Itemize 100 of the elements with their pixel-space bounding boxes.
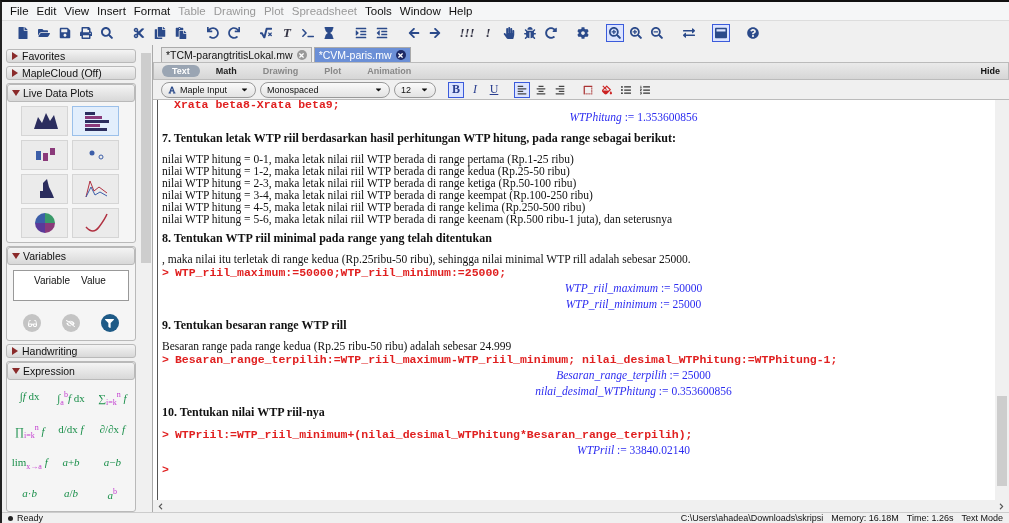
triangle-icon	[11, 347, 19, 356]
expression-template[interactable]: ∂/∂x f	[99, 423, 125, 441]
panel-header[interactable]: Handwriting	[6, 344, 136, 359]
plot-tile[interactable]	[72, 208, 119, 239]
expression-template[interactable]: a−b	[103, 456, 121, 472]
plot-tile[interactable]	[72, 140, 119, 171]
panel-header[interactable]: MapleCloud (Off)	[6, 66, 136, 81]
paragraph: nilai WTP hitung = 2-3, maka letak nilai riil WTP berada di range ketiga (Rp.50-100 ribu)	[162, 177, 577, 189]
search-icon[interactable]	[98, 24, 116, 42]
plot-tile[interactable]	[21, 174, 68, 205]
expression-template[interactable]: ∑$_{i=k}$$^{n}$ f	[98, 390, 127, 408]
plot-tile[interactable]	[72, 174, 119, 205]
menu-item[interactable]: File	[10, 5, 29, 17]
expression-template[interactable]: ∫$_{a}$$^{b}$f dx	[57, 390, 85, 408]
plot-thumbnail-icon	[82, 109, 109, 134]
bug-icon[interactable]	[521, 24, 539, 42]
text-style-button[interactable]: B	[448, 81, 464, 98]
caret-icon	[240, 85, 249, 94]
menu-item[interactable]: Insert	[97, 5, 126, 17]
filter-icon[interactable]	[100, 314, 119, 333]
input-line[interactable]: > WTPriil:=WTP_riil_minimum+(nilai_desimal_WTPhitung*Besaran_range_terpilih);	[162, 427, 985, 442]
maple-command: Xrata beta8-Xrata beta9;	[173, 100, 341, 109]
help-icon[interactable]	[744, 24, 762, 42]
plot-tile[interactable]	[21, 208, 68, 239]
input-line[interactable]: > WTP_riil_maximum:=50000;WTP_riil_minimum:=25000;	[162, 265, 985, 280]
paragraph: nilai WTP hitung = 3-4, maka letak nilai riil WTP berada di range keempat (Rp.100-250 ribu)	[162, 189, 593, 201]
close-icon[interactable]	[395, 50, 406, 60]
panel-header[interactable]: Variables	[7, 247, 135, 266]
panel-title: Variables	[23, 250, 66, 263]
panel-title: MapleCloud (Off)	[22, 67, 102, 80]
print-icon[interactable]	[77, 24, 95, 42]
menu-item[interactable]: Edit	[36, 5, 57, 17]
left-chevron-icon[interactable]	[157, 502, 164, 510]
prompt[interactable]: >	[162, 463, 169, 476]
panel-title: Expression	[23, 365, 75, 378]
panel-header[interactable]: Expression	[7, 362, 135, 381]
plot-tile[interactable]	[21, 140, 68, 171]
maple-command: Besaran_range_terpilih:=WTP_riil_maximum-WTP_riil_minimum; nilai_desimal_WTPhitung:=WTPhitung-1;	[174, 353, 838, 366]
section-heading: 9. Tentukan besaran range WTP rill	[162, 318, 347, 332]
status-message: Ready	[17, 513, 43, 523]
panel-header[interactable]: Live Data Plots	[7, 84, 135, 103]
style-dropdown[interactable]: Maple Input	[161, 81, 256, 98]
toolbar-button[interactable]: !	[479, 24, 497, 42]
toolbar-button[interactable]: !!!	[458, 24, 476, 42]
maple-command: WTPriil:=WTP_riil_minimum+(nilai_desimal_WTPhitung*Besaran_range_terpilih);	[174, 428, 693, 441]
output-result: WTP_riil_maximum := 50000	[564, 282, 703, 294]
output-result: WTP_riil_minimum := 25000	[565, 298, 702, 310]
menu-item[interactable]: Format	[133, 5, 171, 17]
expression-template[interactable]: lim$_{x→a}$ f	[11, 456, 48, 472]
document-tab[interactable]: *TCM-parangtritisLokal.mw	[161, 47, 312, 62]
text-style-button[interactable]: I	[467, 81, 483, 98]
menu-item[interactable]: Help	[448, 5, 473, 17]
tab-label: *TCM-parangtritisLokal.mw	[166, 49, 293, 61]
paragraph: Besaran range pada range kedua (Rp.25 ribu-50 ribu) adalah sebesar 24.999	[162, 340, 512, 352]
panel-header[interactable]: Favorites	[6, 49, 136, 64]
zoom-in-icon[interactable]	[606, 24, 624, 42]
panel-title: Favorites	[22, 50, 66, 63]
menu-item[interactable]: Window	[399, 5, 441, 17]
zoom-out-icon[interactable]	[648, 24, 666, 42]
panel-title: Handwriting	[22, 345, 78, 358]
mode-tab[interactable]: Math	[205, 65, 247, 77]
right-chevron-icon[interactable]	[998, 502, 1005, 510]
expression-template[interactable]: a/b	[63, 487, 78, 501]
menu-item[interactable]: View	[64, 5, 90, 17]
expression-template[interactable]: ∫f dx	[19, 390, 40, 408]
prompt: >	[162, 266, 169, 279]
maple-command: WTP_riil_maximum:=50000;WTP_riil_minimum:=25000;	[174, 266, 507, 279]
settings-icon[interactable]	[574, 24, 592, 42]
toolbar-button[interactable]: T	[278, 24, 296, 42]
dropdown-value: Maple Input	[180, 84, 228, 95]
text-style-button[interactable]: U	[486, 81, 502, 98]
expression-template[interactable]: a·b	[22, 487, 37, 501]
hide-link[interactable]: Hide	[980, 66, 1000, 76]
expression-template[interactable]: a$^{b}$	[107, 487, 118, 501]
triangle-icon	[12, 367, 20, 376]
zoom-in-icon[interactable]	[627, 24, 645, 42]
size-dropdown[interactable]: 12	[394, 81, 436, 98]
paragraph: , maka nilai itu terletak di range kedua (Rp.25ribu-50 ribu), sehingga nilai minimal WTP rill adalah sebesar 25000.	[162, 253, 691, 265]
input-line[interactable]: > Besaran_range_terpilih:=WTP_riil_maximum-WTP_riil_minimum; nilai_desimal_WTPhitung:=WTPhitung-1;	[162, 352, 985, 367]
plot-tile[interactable]	[72, 106, 119, 137]
window-icon[interactable]	[712, 24, 730, 42]
plot-tile[interactable]	[21, 106, 68, 137]
scrollbar[interactable]	[995, 100, 1009, 500]
expression-template[interactable]: a+b	[62, 456, 80, 472]
column-header: Value	[81, 274, 107, 287]
align-left-icon[interactable]	[514, 81, 530, 98]
column-header: Variable	[34, 274, 71, 287]
paragraph: nilai WTP hitung = 1-2, maka letak nilai riil WTP berada di range kedua (Rp.25-50 ribu)	[162, 165, 570, 177]
triangle-icon	[12, 89, 20, 98]
section-heading: 7. Tentukan letak WTP riil berdasarkan hasil perhitungan WTP hitung, pada range sebagai berikut:	[162, 131, 676, 145]
expression-template[interactable]: d/dx f	[58, 423, 84, 441]
redo-icon[interactable]	[225, 24, 243, 42]
restart-icon[interactable]	[542, 24, 560, 42]
expression-template[interactable]: ∏$_{i=k}$$^{n}$ f	[14, 423, 45, 441]
dropdown-value: Monospaced	[267, 84, 319, 95]
status-dot-icon	[8, 515, 13, 521]
font-dropdown[interactable]: Monospaced	[260, 81, 390, 98]
undo-icon[interactable]	[204, 24, 222, 42]
caret-icon	[374, 85, 383, 94]
menu-item[interactable]: Tools	[365, 5, 392, 17]
